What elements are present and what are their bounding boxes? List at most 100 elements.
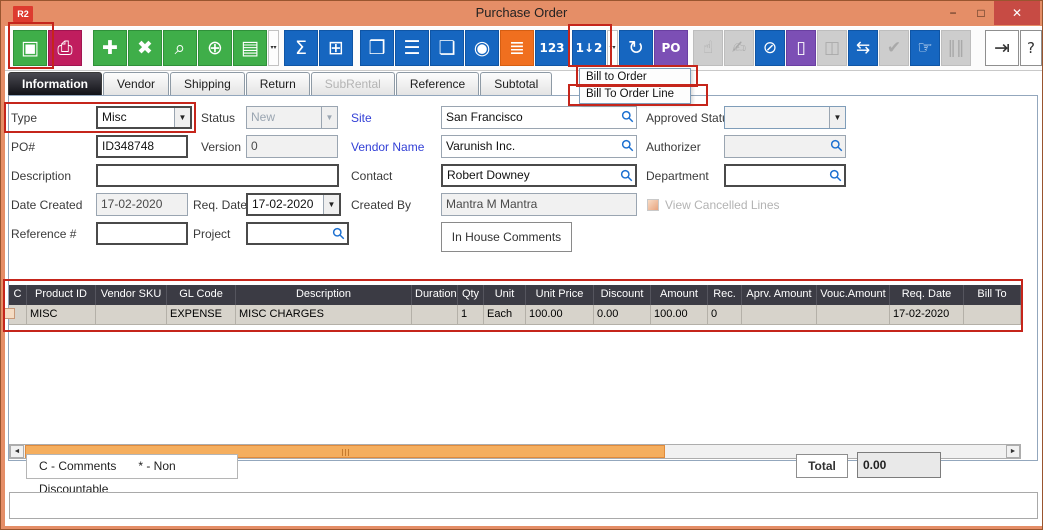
grid-cell[interactable]: EXPENSE: [167, 305, 236, 325]
more-options-icon[interactable]: ▾▾: [268, 30, 279, 66]
grid-header-cell[interactable]: C: [9, 285, 27, 305]
grid-cell[interactable]: 0: [708, 305, 742, 325]
finalize-icon[interactable]: ✔: [879, 30, 909, 66]
grid-cell[interactable]: MISC CHARGES: [236, 305, 412, 325]
grid-header-cell[interactable]: Rec.: [708, 285, 742, 305]
grid-header-cell[interactable]: Qty: [458, 285, 484, 305]
description-field[interactable]: [96, 164, 339, 187]
delete-icon[interactable]: ✖: [128, 30, 162, 66]
grid-header-cell[interactable]: Unit Price: [526, 285, 594, 305]
grid-cell[interactable]: Each: [484, 305, 526, 325]
search-icon[interactable]: [621, 139, 634, 152]
barcode-icon[interactable]: ‖‖: [941, 30, 971, 66]
grid-header-cell[interactable]: Aprv. Amount: [742, 285, 817, 305]
grid-header-cell[interactable]: Duration: [412, 285, 458, 305]
grid-header-cell[interactable]: Amount: [651, 285, 708, 305]
close-po-icon[interactable]: ▯: [786, 30, 816, 66]
chevron-down-icon[interactable]: ▼: [174, 108, 190, 127]
grid-header-cell[interactable]: GL Code: [167, 285, 236, 305]
search-icon[interactable]: [332, 227, 345, 240]
numbers-icon[interactable]: 123: [535, 30, 569, 66]
comment-indicator[interactable]: [4, 308, 15, 319]
layers-view-icon[interactable]: ☰: [395, 30, 429, 66]
scroll-left-arrow-icon[interactable]: ◄: [10, 445, 24, 458]
grid-header-cell[interactable]: Vendor SKU: [96, 285, 167, 305]
close-button[interactable]: ✕: [994, 1, 1040, 25]
tab-subrental[interactable]: SubRental: [311, 72, 395, 95]
add-icon[interactable]: ✚: [93, 30, 127, 66]
refresh-icon[interactable]: ↻: [619, 30, 653, 66]
site-lookup-field[interactable]: San Francisco: [441, 106, 637, 129]
sort-icon[interactable]: 1↓2: [572, 30, 606, 66]
tab-shipping[interactable]: Shipping: [170, 72, 245, 95]
po-document-icon[interactable]: PO: [654, 30, 688, 66]
workflow-icon[interactable]: ⊞: [319, 30, 353, 66]
grid-cell[interactable]: 1: [458, 305, 484, 325]
grid-cell[interactable]: MISC: [27, 305, 96, 325]
print-icon[interactable]: ⎙: [48, 30, 82, 66]
approve-icon[interactable]: ☝: [693, 30, 723, 66]
grid-cell[interactable]: [412, 305, 458, 325]
comments-icon[interactable]: ❏: [430, 30, 464, 66]
grid-cell[interactable]: 100.00: [651, 305, 708, 325]
return-vendor-icon[interactable]: ⇆: [848, 30, 878, 66]
search-icon[interactable]: [621, 110, 634, 123]
authorizer-lookup-field[interactable]: [724, 135, 846, 158]
grid-data-row[interactable]: MISCEXPENSEMISC CHARGES1Each100.000.0010…: [9, 305, 1021, 325]
grid-header-cell[interactable]: Req. Date: [890, 285, 964, 305]
receive-icon[interactable]: ✍: [724, 30, 754, 66]
contact-lookup-field[interactable]: Robert Downey: [441, 164, 637, 187]
search-icon[interactable]: ⌕: [163, 30, 197, 66]
reference-field[interactable]: [96, 222, 188, 245]
tab-return[interactable]: Return: [246, 72, 310, 95]
grid-header-cell[interactable]: Bill To: [964, 285, 1021, 305]
project-lookup-field[interactable]: [246, 222, 349, 245]
save-icon[interactable]: ▣: [13, 30, 47, 66]
tab-reference[interactable]: Reference: [396, 72, 479, 95]
tab-vendor[interactable]: Vendor: [103, 72, 169, 95]
menu-item-bill-to-order[interactable]: Bill to Order: [580, 69, 690, 86]
grid-cell[interactable]: 17-02-2020: [890, 305, 964, 325]
grid-header-cell[interactable]: Unit: [484, 285, 526, 305]
grid-cell[interactable]: [742, 305, 817, 325]
grid-header-cell[interactable]: Vouc.Amount: [817, 285, 890, 305]
chevron-down-icon[interactable]: ▼: [323, 195, 339, 214]
summary-icon[interactable]: Σ: [284, 30, 318, 66]
catalog-icon[interactable]: ❒: [360, 30, 394, 66]
exit-icon[interactable]: ⇥: [985, 30, 1019, 66]
grid-cell[interactable]: 100.00: [526, 305, 594, 325]
help-icon[interactable]: ?: [1020, 30, 1042, 66]
add-new-icon[interactable]: ⊕: [198, 30, 232, 66]
maximize-button[interactable]: □: [968, 4, 994, 24]
archive-icon[interactable]: ▤: [233, 30, 267, 66]
grid-cell[interactable]: 0.00: [594, 305, 651, 325]
tab-subtotal[interactable]: Subtotal: [480, 72, 552, 95]
order-flow-icon[interactable]: ◉: [465, 30, 499, 66]
minimize-button[interactable]: −: [940, 4, 966, 24]
grid-cell[interactable]: [817, 305, 890, 325]
department-lookup-field[interactable]: [724, 164, 846, 187]
req-date-combobox[interactable]: 17-02-2020 ▼: [246, 193, 341, 216]
type-combobox[interactable]: Misc ▼: [96, 106, 192, 129]
grid-header-cell[interactable]: Description: [236, 285, 412, 305]
cancel-lines-icon[interactable]: ⊘: [755, 30, 785, 66]
grid-header-cell[interactable]: Discount: [594, 285, 651, 305]
scroll-right-arrow-icon[interactable]: ►: [1006, 445, 1020, 458]
approved-status-combobox[interactable]: ▼: [724, 106, 846, 129]
search-icon[interactable]: [620, 169, 633, 182]
search-icon[interactable]: [830, 139, 843, 152]
reopen-icon[interactable]: ◫: [817, 30, 847, 66]
vendor-name-lookup-field[interactable]: Varunish Inc.: [441, 135, 637, 158]
sort-more-icon[interactable]: ▾▾: [607, 30, 618, 66]
grid-header-cell[interactable]: Product ID: [27, 285, 96, 305]
po-lines-icon[interactable]: ≣: [500, 30, 534, 66]
search-icon[interactable]: [829, 169, 842, 182]
menu-item-bill-to-order-line[interactable]: Bill To Order Line: [580, 86, 690, 103]
po-number-field[interactable]: ID348748: [96, 135, 188, 158]
grid-cell[interactable]: [964, 305, 1021, 325]
tab-information[interactable]: Information: [8, 72, 102, 95]
in-house-comments-button[interactable]: In House Comments: [441, 222, 572, 252]
grid-cell[interactable]: [96, 305, 167, 325]
forward-icon[interactable]: ☞: [910, 30, 940, 66]
chevron-down-icon[interactable]: ▼: [829, 107, 845, 128]
